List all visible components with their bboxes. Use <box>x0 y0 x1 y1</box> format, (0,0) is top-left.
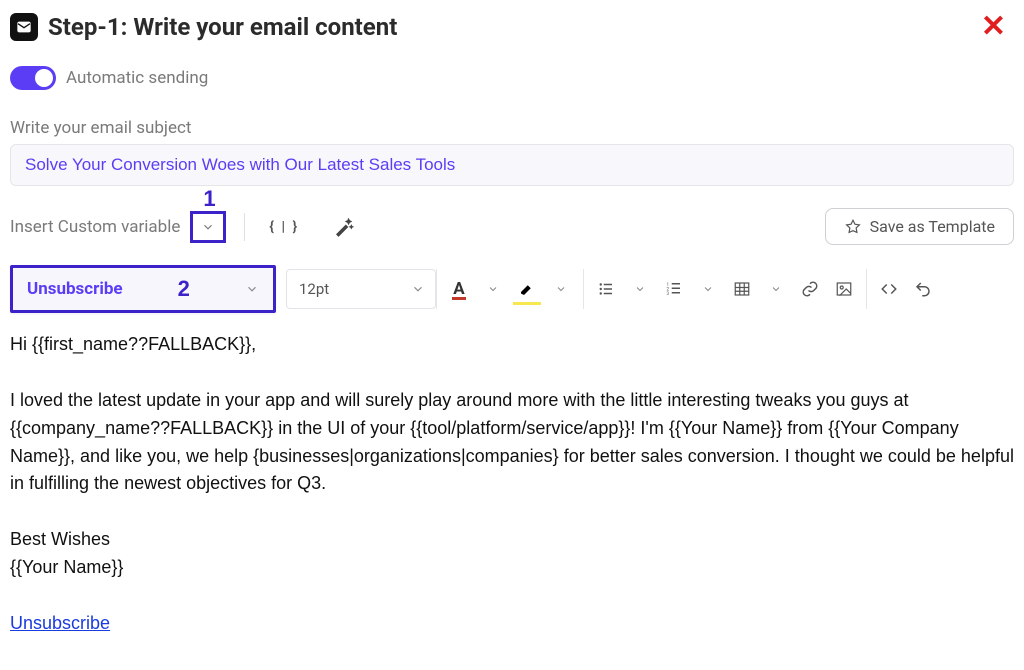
undo-button[interactable] <box>909 274 937 304</box>
insert-braces-button[interactable]: { | } <box>263 215 305 239</box>
image-button[interactable] <box>830 274 858 304</box>
mail-icon <box>10 13 38 41</box>
insert-variable-label: Insert Custom variable <box>10 217 180 237</box>
unsubscribe-option-label: Unsubscribe <box>27 279 123 299</box>
chevron-down-icon <box>245 282 259 296</box>
highlight-dropdown[interactable] <box>547 274 575 304</box>
email-body-editor[interactable]: Hi {{first_name??FALLBACK}}, I loved the… <box>10 331 1014 658</box>
svg-text:3: 3 <box>667 291 670 297</box>
table-button[interactable] <box>728 274 756 304</box>
numbered-list-button[interactable]: 123 <box>660 274 688 304</box>
divider <box>244 213 245 241</box>
link-button[interactable] <box>796 274 824 304</box>
body-greeting: Hi {{first_name??FALLBACK}}, <box>10 331 1014 359</box>
numbered-list-dropdown[interactable] <box>694 274 722 304</box>
step-title: Step-1: Write your email content <box>48 13 971 41</box>
body-paragraph-1: I loved the latest update in your app an… <box>10 387 1014 499</box>
highlight-button[interactable] <box>513 274 541 304</box>
bullet-list-dropdown[interactable] <box>626 274 654 304</box>
save-as-template-button[interactable]: Save as Template <box>825 208 1014 245</box>
font-color-dropdown[interactable] <box>479 274 507 304</box>
automatic-sending-toggle[interactable] <box>10 66 56 90</box>
font-color-button[interactable]: A <box>445 274 473 304</box>
magic-wand-button[interactable] <box>333 216 355 238</box>
insert-variable-dropdown[interactable]: 1 <box>190 211 226 243</box>
close-button[interactable]: ✕ <box>981 12 1014 42</box>
automatic-sending-label: Automatic sending <box>66 68 208 88</box>
save-as-template-label: Save as Template <box>870 217 995 236</box>
code-view-button[interactable] <box>875 274 903 304</box>
table-dropdown[interactable] <box>762 274 790 304</box>
bullet-list-button[interactable] <box>592 274 620 304</box>
body-signoff: Best Wishes <box>10 526 1014 554</box>
chevron-down-icon <box>411 282 425 296</box>
variable-option-unsubscribe[interactable]: Unsubscribe 2 <box>10 265 276 313</box>
body-signature: {{Your Name}} <box>10 554 1014 582</box>
body-unsubscribe-link[interactable]: Unsubscribe <box>10 613 110 633</box>
font-size-value: 12pt <box>299 280 329 298</box>
callout-two: 2 <box>178 276 190 302</box>
font-size-dropdown[interactable]: 12pt <box>286 269 436 309</box>
subject-label: Write your email subject <box>10 118 1014 138</box>
subject-input[interactable] <box>10 144 1014 186</box>
callout-one: 1 <box>203 186 215 212</box>
